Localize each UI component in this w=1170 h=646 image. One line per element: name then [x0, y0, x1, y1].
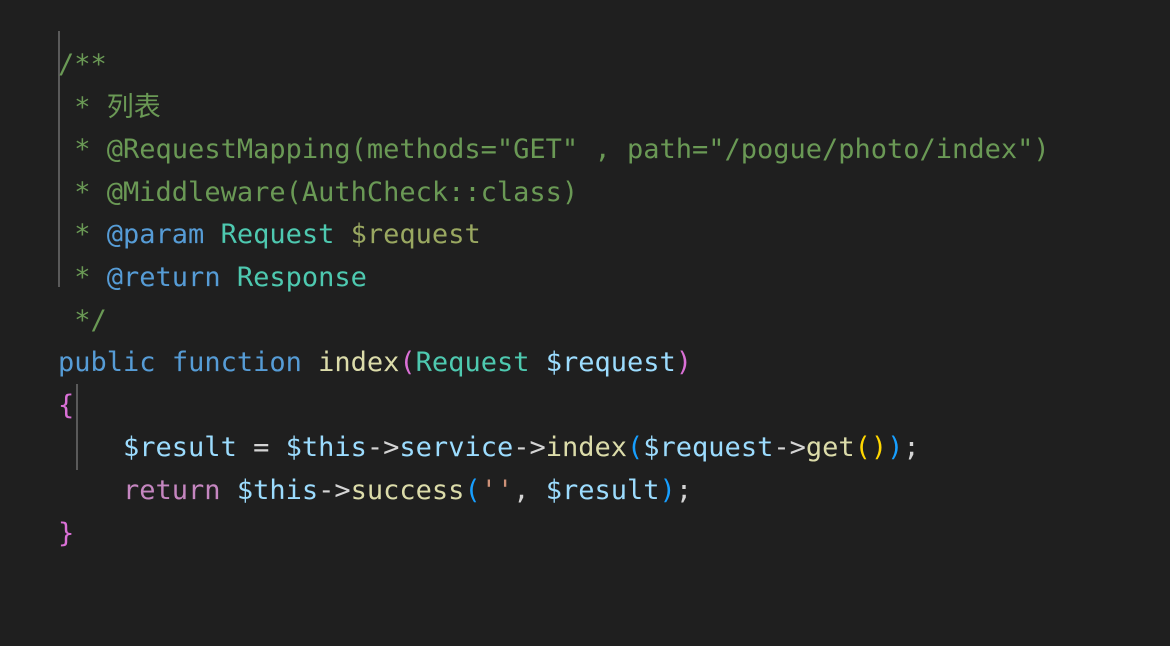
- paren-open-level1: (: [464, 475, 480, 506]
- paren-open: (: [399, 347, 415, 378]
- comment-star: *: [58, 177, 107, 208]
- annotation-middleware: @Middleware(AuthCheck::class): [107, 177, 578, 208]
- paren-close-level1: ): [887, 432, 903, 463]
- property-service: service: [399, 432, 513, 463]
- code-line-8[interactable]: public function index(Request $request): [58, 342, 1170, 385]
- brace-close: }: [58, 518, 74, 549]
- paren-open-level2: (: [855, 432, 871, 463]
- paren-close-level1: ): [660, 475, 676, 506]
- indent: [58, 475, 123, 506]
- keyword-return: return: [123, 475, 221, 506]
- code-content[interactable]: /** * 列表 * @RequestMapping(methods="GET"…: [0, 44, 1170, 555]
- comma: ,: [513, 475, 529, 506]
- paren-close-level2: ): [871, 432, 887, 463]
- code-line-3[interactable]: * @RequestMapping(methods="GET" , path="…: [58, 129, 1170, 172]
- doc-type-response: Response: [237, 262, 367, 293]
- semicolon: ;: [903, 432, 919, 463]
- operator-arrow: ->: [318, 475, 351, 506]
- code-line-9[interactable]: {: [58, 385, 1170, 428]
- semicolon: ;: [676, 475, 692, 506]
- comment-block-open: /**: [58, 49, 107, 80]
- comment-star: *: [58, 134, 107, 165]
- space: [221, 475, 237, 506]
- space: [237, 432, 253, 463]
- space: [269, 432, 285, 463]
- doc-variable-request: $request: [351, 219, 481, 250]
- comment-star: *: [58, 92, 107, 123]
- variable-request: $request: [643, 432, 773, 463]
- annotation-request-mapping: @RequestMapping(methods="GET" , path="/p…: [107, 134, 1050, 165]
- space: [529, 347, 545, 378]
- variable-result: $result: [123, 432, 237, 463]
- brace-open: {: [58, 390, 74, 421]
- indent: [58, 432, 123, 463]
- code-line-11[interactable]: return $this->success('', $result);: [58, 470, 1170, 513]
- doc-summary-text: 列表: [107, 92, 161, 123]
- paren-open-level1: (: [627, 432, 643, 463]
- space: [204, 219, 220, 250]
- variable-this: $this: [237, 475, 318, 506]
- space: [334, 219, 350, 250]
- operator-arrow: ->: [367, 432, 400, 463]
- code-line-10[interactable]: $result = $this->service->index($request…: [58, 427, 1170, 470]
- operator-assign: =: [253, 432, 269, 463]
- space: [529, 475, 545, 506]
- function-name-index: index: [318, 347, 399, 378]
- method-call-success: success: [351, 475, 465, 506]
- keyword-public: public: [58, 347, 156, 378]
- code-line-2[interactable]: * 列表: [58, 87, 1170, 130]
- comment-block-close: */: [58, 305, 107, 336]
- comment-star: *: [58, 262, 107, 293]
- doc-tag-param: @param: [107, 219, 205, 250]
- comment-star: *: [58, 219, 107, 250]
- code-line-4[interactable]: * @Middleware(AuthCheck::class): [58, 172, 1170, 215]
- doc-tag-return: @return: [107, 262, 221, 293]
- code-editor[interactable]: /** * 列表 * @RequestMapping(methods="GET"…: [0, 0, 1170, 646]
- keyword-function: function: [172, 347, 302, 378]
- code-line-12[interactable]: }: [58, 513, 1170, 556]
- space: [302, 347, 318, 378]
- code-line-6[interactable]: * @return Response: [58, 257, 1170, 300]
- code-line-1[interactable]: /**: [58, 44, 1170, 87]
- space: [156, 347, 172, 378]
- method-call-get: get: [806, 432, 855, 463]
- param-type-request: Request: [416, 347, 530, 378]
- code-line-7[interactable]: */: [58, 300, 1170, 343]
- operator-arrow: ->: [773, 432, 806, 463]
- doc-type-request: Request: [221, 219, 335, 250]
- variable-this: $this: [286, 432, 367, 463]
- paren-close: ): [676, 347, 692, 378]
- space: [221, 262, 237, 293]
- param-variable-request: $request: [546, 347, 676, 378]
- string-empty: '': [481, 475, 514, 506]
- variable-result: $result: [546, 475, 660, 506]
- method-call-index: index: [546, 432, 627, 463]
- operator-arrow: ->: [513, 432, 546, 463]
- code-line-5[interactable]: * @param Request $request: [58, 214, 1170, 257]
